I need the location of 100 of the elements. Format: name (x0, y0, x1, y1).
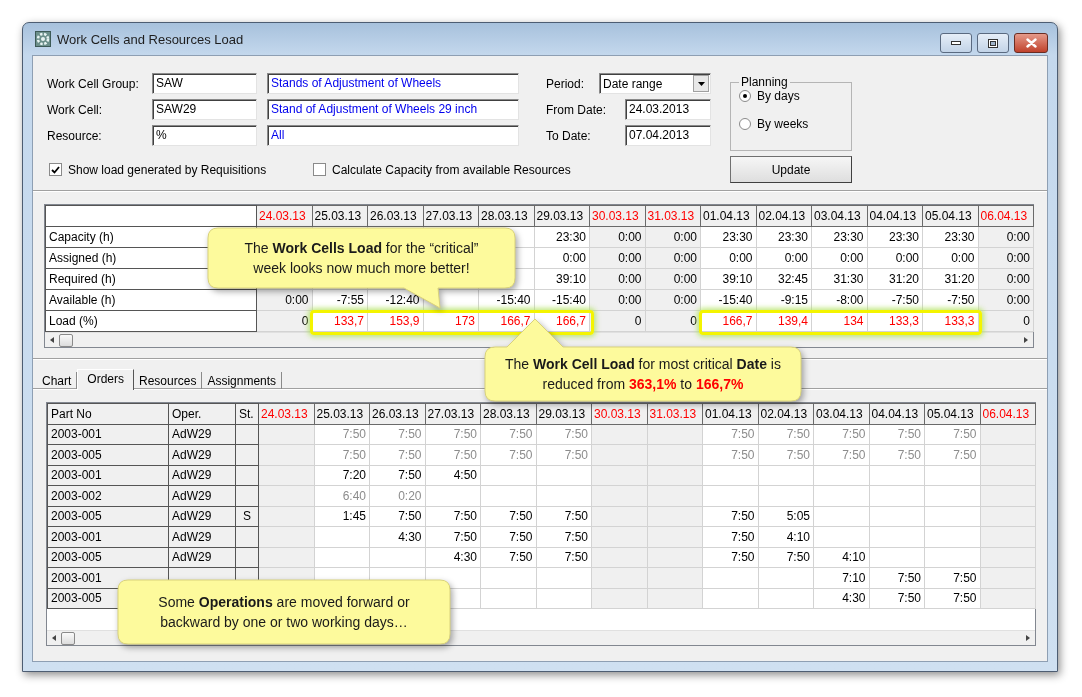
table-cell: 31:20 (922, 268, 978, 290)
description-field[interactable]: All (267, 125, 519, 146)
part-number-cell: 2003-001 (47, 424, 169, 445)
table-cell: 7:50 (924, 424, 980, 445)
table-cell: 7:50 (369, 424, 425, 445)
part-number-cell: 2003-005 (47, 547, 169, 568)
window-title: Work Cells and Resources Load (57, 31, 244, 47)
table-cell: 23:30 (756, 226, 812, 248)
checkbox[interactable] (313, 163, 326, 176)
code-field[interactable]: % (152, 125, 257, 146)
right-arrow-icon[interactable] (1026, 635, 1030, 641)
tab[interactable]: Assignments (202, 372, 283, 389)
checkbox[interactable] (49, 163, 62, 176)
date-header: 27.03.13 (423, 205, 479, 227)
radio-button[interactable] (739, 90, 751, 102)
date-header: 05.04.13 (924, 403, 980, 424)
code-field[interactable]: SAW29 (152, 99, 257, 120)
minimize-icon (951, 41, 961, 45)
table-cell: 39:10 (534, 268, 590, 290)
date-header: 04.04.13 (869, 403, 925, 424)
table-cell: 7:50 (758, 547, 814, 568)
table-cell: 0:00 (811, 247, 867, 269)
table-cell: 7:50 (758, 444, 814, 465)
date-header: 29.03.13 (536, 403, 592, 424)
date-header: 03.04.13 (813, 403, 869, 424)
scroll-thumb[interactable] (61, 631, 75, 645)
date-field[interactable]: 07.04.2013 (625, 125, 711, 146)
date-header: 01.04.13 (702, 403, 758, 424)
table-cell: 7:50 (480, 506, 536, 527)
table-cell: 7:50 (924, 588, 980, 609)
date-header: 31.03.13 (645, 205, 701, 227)
table-cell: 32:45 (756, 268, 812, 290)
tab[interactable]: Resources (134, 372, 203, 389)
row-label: Load (%) (45, 310, 257, 332)
table-cell: 7:50 (536, 424, 592, 445)
description-field[interactable]: Stands of Adjustment of Wheels (267, 73, 519, 94)
date-header: 29.03.13 (534, 205, 590, 227)
date-header: 02.04.13 (756, 205, 812, 227)
table-cell: 7:50 (702, 506, 758, 527)
minimize-button[interactable] (940, 33, 972, 53)
load-cell: 133,3 (867, 310, 923, 332)
table-cell: 7:50 (425, 506, 481, 527)
table-cell: 23:30 (534, 226, 590, 248)
maximize-button[interactable] (977, 33, 1009, 53)
table-cell: 7:50 (869, 424, 925, 445)
date-header: 01.04.13 (700, 205, 756, 227)
table-cell: 7:50 (869, 588, 925, 609)
update-button[interactable]: Update (730, 156, 852, 183)
table-cell: 7:50 (813, 424, 869, 445)
close-button[interactable] (1014, 33, 1048, 53)
date-field[interactable]: 24.03.2013 (625, 99, 711, 120)
part-number-cell: 2003-005 (47, 444, 169, 465)
table-cell: 7:50 (369, 506, 425, 527)
table-cell: 39:10 (700, 268, 756, 290)
table-cell: 7:50 (425, 526, 481, 547)
table-cell: 7:50 (702, 444, 758, 465)
table-cell: 7:50 (480, 526, 536, 547)
table-cell: 7:10 (813, 567, 869, 588)
period-dropdown[interactable]: Date range (599, 73, 711, 94)
table-cell: 1:45 (314, 506, 370, 527)
table-cell: 7:20 (314, 465, 370, 486)
column-header: St. (235, 403, 259, 424)
table-cell: 7:50 (702, 424, 758, 445)
table-cell: 7:50 (425, 424, 481, 445)
description-field[interactable]: Stand of Adjustment of Wheels 29 inch (267, 99, 519, 120)
table-cell: 7:50 (369, 444, 425, 465)
table-cell: 4:30 (369, 526, 425, 547)
table-cell: 7:50 (536, 526, 592, 547)
part-number-cell: 2003-002 (47, 485, 169, 506)
code-field[interactable]: SAW (152, 73, 257, 94)
table-cell: 7:50 (702, 547, 758, 568)
part-number-cell: 2003-005 (47, 506, 169, 527)
date-header: 25.03.13 (312, 205, 368, 227)
table-cell: 7:50 (924, 444, 980, 465)
left-arrow-icon[interactable] (52, 635, 56, 641)
radio-label: By days (757, 89, 800, 103)
part-number-cell: 2003-001 (47, 526, 169, 547)
callout-text: The Work Cell Load for most critical Date is reduced from 363,1% to 166,7% (504, 355, 782, 394)
column-header: Part No (47, 403, 169, 424)
table-cell: 7:50 (869, 444, 925, 465)
table-cell: 23:30 (922, 226, 978, 248)
tab[interactable]: Orders (77, 369, 135, 390)
field-label: Resource: (47, 128, 103, 143)
table-cell: 23:30 (700, 226, 756, 248)
checkbox-label: Show load generated by Requisitions (68, 162, 267, 177)
table-cell: 7:50 (314, 424, 370, 445)
table-cell: 4:10 (758, 526, 814, 547)
date-header: 26.03.13 (367, 205, 423, 227)
table-cell: 7:50 (480, 547, 536, 568)
table-cell: 0:00 (756, 247, 812, 269)
date-header: 28.03.13 (478, 205, 534, 227)
radio-label: By weeks (757, 117, 809, 131)
table-cell: 7:50 (813, 444, 869, 465)
table-cell: 4:10 (813, 547, 869, 568)
table-cell: 0:00 (867, 247, 923, 269)
table-cell: 7:50 (425, 444, 481, 465)
date-header: 30.03.13 (591, 403, 647, 424)
table-cell: 7:50 (536, 444, 592, 465)
radio-button[interactable] (739, 118, 751, 130)
table-cell: 7:50 (480, 444, 536, 465)
